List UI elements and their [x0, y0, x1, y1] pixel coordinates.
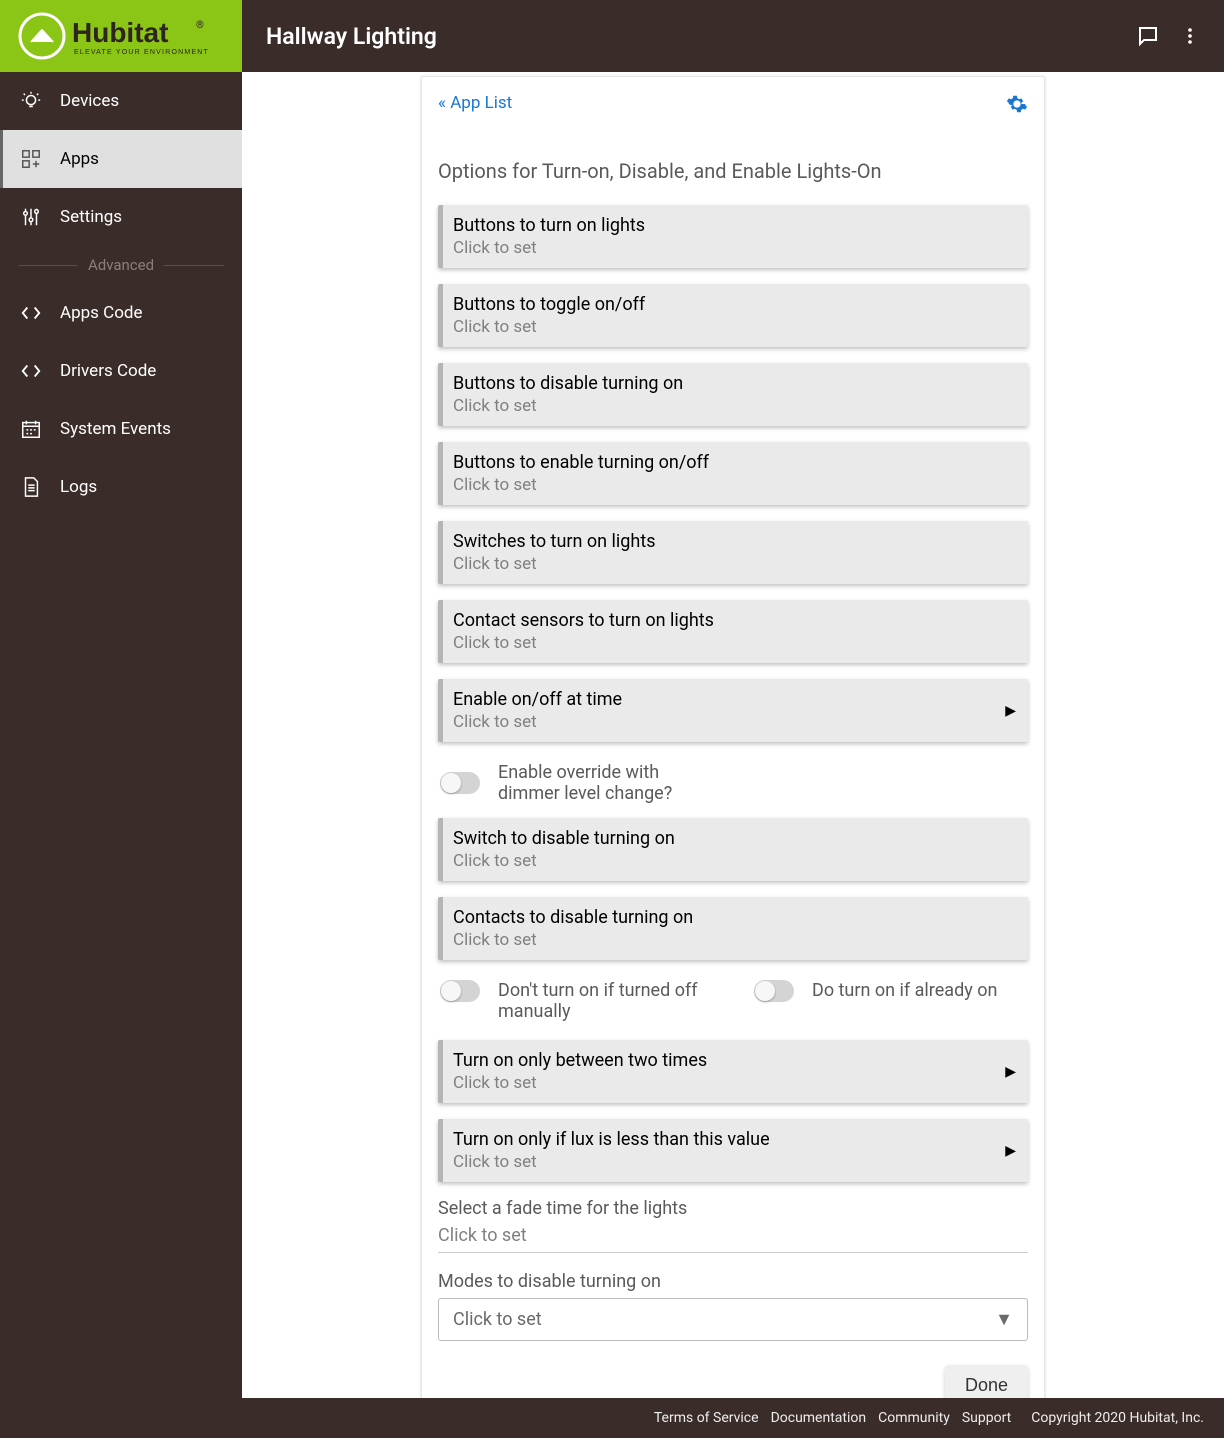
sliders-icon: [18, 206, 44, 228]
option-lux-threshold[interactable]: Turn on only if lux is less than this va…: [438, 1119, 1028, 1182]
code-icon: [18, 360, 44, 382]
brand-tagline: ELEVATE YOUR ENVIRONMENT: [74, 49, 209, 56]
sidebar-item-drivers-code[interactable]: Drivers Code: [0, 342, 242, 400]
footer-link-support[interactable]: Support: [962, 1410, 1011, 1426]
footer-link-community[interactable]: Community: [878, 1410, 950, 1426]
toggle-enable-override-label: Enable override with dimmer level change…: [498, 762, 718, 804]
sidebar-item-label: Devices: [60, 91, 119, 111]
option-buttons-toggle[interactable]: Buttons to toggle on/off Click to set: [438, 284, 1028, 347]
brand-logo[interactable]: Hubitat ELEVATE YOUR ENVIRONMENT ®: [0, 0, 242, 72]
page-title: Hallway Lighting: [242, 0, 1136, 72]
gear-icon[interactable]: [1006, 93, 1028, 119]
modes-label: Modes to disable turning on: [438, 1271, 1028, 1292]
toggle-dont-turn-on-manual-label: Don't turn on if turned off manually: [498, 980, 714, 1022]
footer-copyright: Copyright 2020 Hubitat, Inc.: [1031, 1410, 1204, 1426]
sidebar-item-apps-code[interactable]: Apps Code: [0, 284, 242, 342]
code-icon: [18, 302, 44, 324]
option-contacts-disable[interactable]: Contacts to disable turning on Click to …: [438, 897, 1028, 960]
chevron-right-icon: ▶: [1005, 1143, 1016, 1159]
svg-text:®: ®: [196, 19, 204, 31]
comment-icon[interactable]: [1136, 24, 1160, 48]
footer-link-tos[interactable]: Terms of Service: [654, 1410, 759, 1426]
section-heading: Options for Turn-on, Disable, and Enable…: [438, 159, 1028, 183]
more-icon[interactable]: [1180, 26, 1200, 46]
app-options-card: « App List Options for Turn-on, Disable,…: [421, 76, 1045, 1427]
toggle-do-turn-on-already-on[interactable]: [754, 980, 794, 1002]
sidebar-item-label: Logs: [60, 477, 97, 497]
option-buttons-disable[interactable]: Buttons to disable turning on Click to s…: [438, 363, 1028, 426]
chevron-right-icon: ▶: [1005, 1064, 1016, 1080]
sidebar-item-logs[interactable]: Logs: [0, 458, 242, 516]
chevron-right-icon: ▶: [1005, 703, 1016, 719]
toggle-dont-turn-on-manual[interactable]: [440, 980, 480, 1002]
calendar-icon: [18, 418, 44, 440]
option-switches-turn-on[interactable]: Switches to turn on lights Click to set: [438, 521, 1028, 584]
sidebar-item-label: Settings: [60, 207, 122, 227]
sidebar-item-label: System Events: [60, 419, 171, 439]
modes-select[interactable]: Click to set ▼: [438, 1298, 1028, 1341]
sidebar: Devices Apps Settings Advanced Apps Code: [0, 72, 242, 1398]
footer: Terms of Service Documentation Community…: [0, 1398, 1224, 1438]
sidebar-advanced-divider: Advanced: [0, 246, 242, 284]
option-switch-disable[interactable]: Switch to disable turning on Click to se…: [438, 818, 1028, 881]
option-buttons-enable[interactable]: Buttons to enable turning on/off Click t…: [438, 442, 1028, 505]
toggle-enable-override[interactable]: [440, 772, 480, 794]
sidebar-item-devices[interactable]: Devices: [0, 72, 242, 130]
sidebar-item-label: Apps Code: [60, 303, 143, 323]
option-buttons-turn-on[interactable]: Buttons to turn on lights Click to set: [438, 205, 1028, 268]
footer-link-docs[interactable]: Documentation: [771, 1410, 867, 1426]
toggle-do-turn-on-already-on-label: Do turn on if already on: [812, 980, 997, 1001]
option-contact-sensors-turn-on[interactable]: Contact sensors to turn on lights Click …: [438, 600, 1028, 663]
option-between-two-times[interactable]: Turn on only between two times Click to …: [438, 1040, 1028, 1103]
back-link[interactable]: « App List: [438, 93, 512, 113]
brand-name: Hubitat: [72, 17, 168, 48]
bulb-icon: [18, 90, 44, 112]
sidebar-item-apps[interactable]: Apps: [0, 130, 242, 188]
document-icon: [18, 476, 44, 498]
chevron-down-icon: ▼: [995, 1309, 1013, 1330]
option-enable-at-time[interactable]: Enable on/off at time Click to set ▶: [438, 679, 1028, 742]
fade-time-field[interactable]: Select a fade time for the lights Click …: [438, 1198, 1028, 1253]
sidebar-item-system-events[interactable]: System Events: [0, 400, 242, 458]
sidebar-item-settings[interactable]: Settings: [0, 188, 242, 246]
sidebar-item-label: Drivers Code: [60, 361, 156, 381]
apps-icon: [18, 148, 44, 170]
sidebar-item-label: Apps: [60, 149, 99, 169]
